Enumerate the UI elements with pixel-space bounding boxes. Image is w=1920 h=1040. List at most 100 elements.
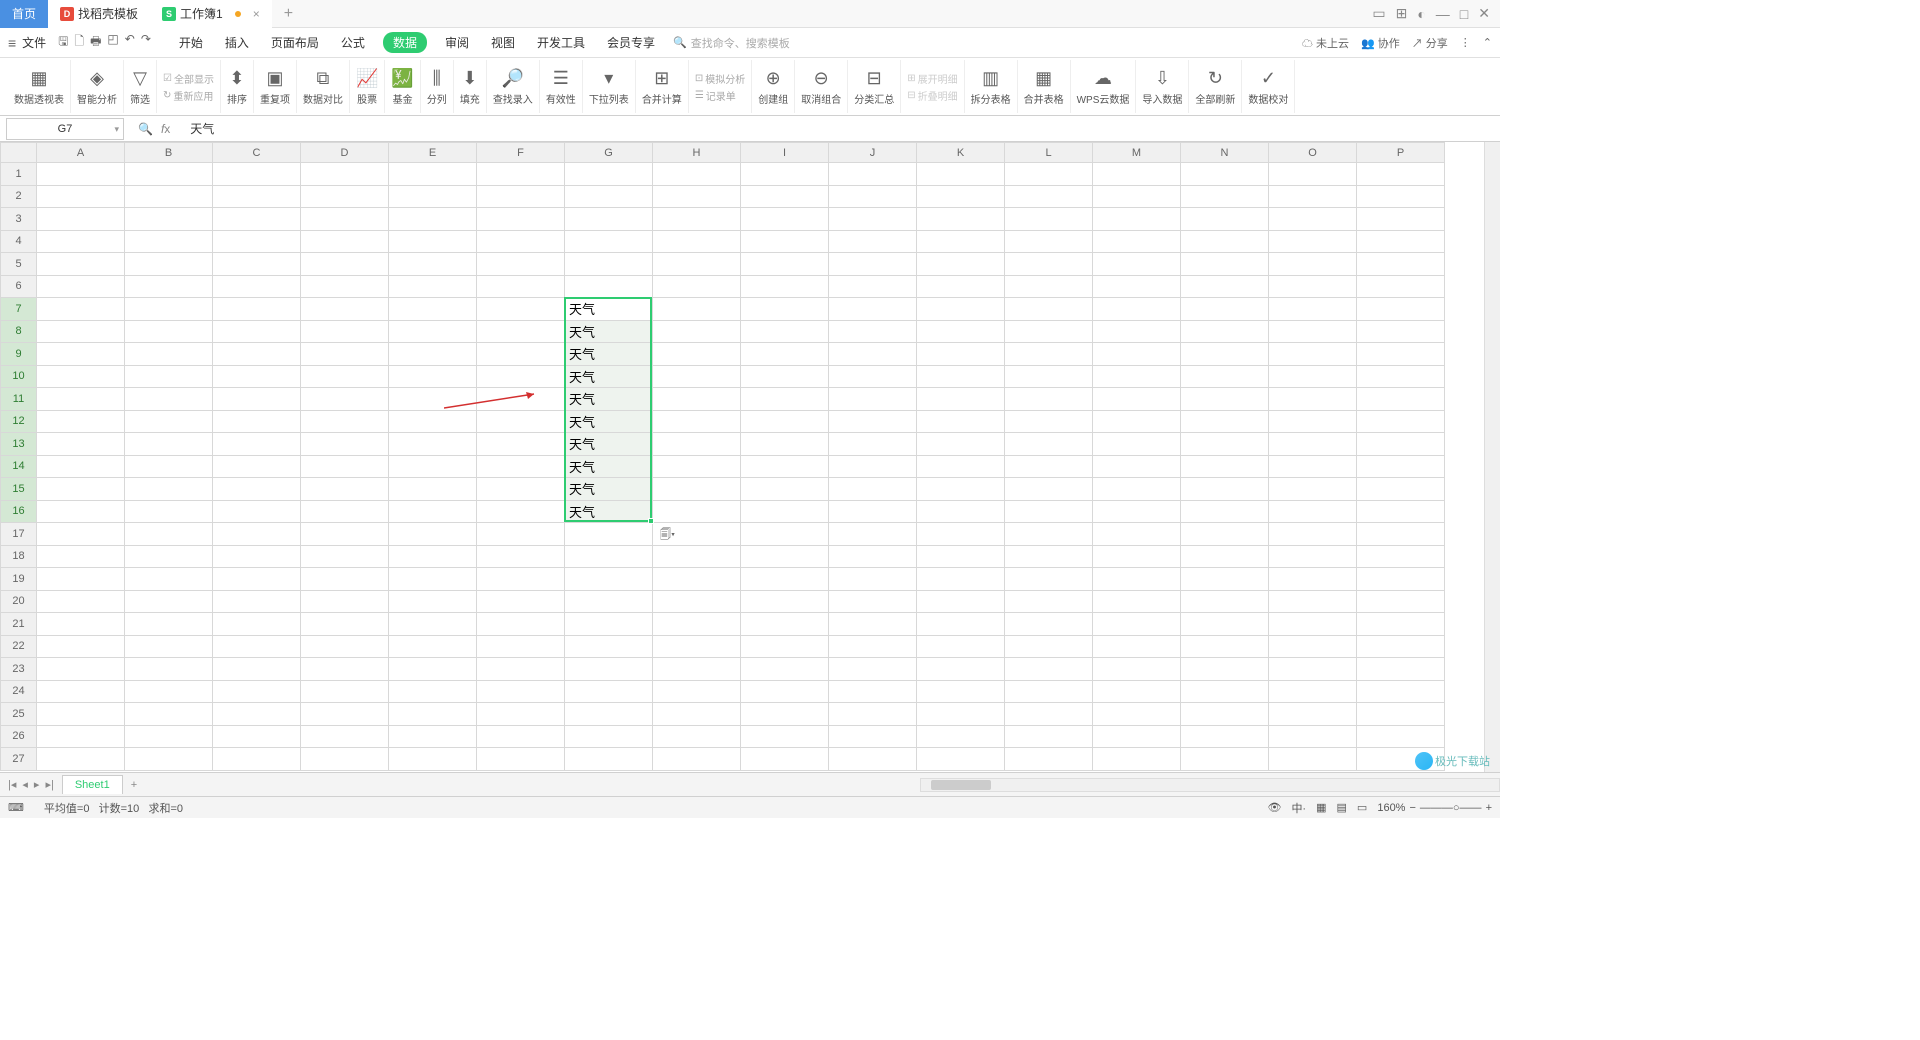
rb-smart[interactable]: ◈智能分析 <box>71 60 124 113</box>
cell-L17[interactable] <box>1005 523 1093 546</box>
cell-O27[interactable] <box>1269 748 1357 771</box>
cell-D19[interactable] <box>301 568 389 591</box>
cell-E13[interactable] <box>389 433 477 456</box>
cell-D18[interactable] <box>301 545 389 568</box>
cell-N12[interactable] <box>1181 410 1269 433</box>
cell-L14[interactable] <box>1005 455 1093 478</box>
cell-F8[interactable] <box>477 320 565 343</box>
cell-B5[interactable] <box>125 253 213 276</box>
cell-D7[interactable] <box>301 298 389 321</box>
cell-A10[interactable] <box>37 365 125 388</box>
rb-consol[interactable]: ⊞合并计算 <box>636 60 689 113</box>
cell-F6[interactable] <box>477 275 565 298</box>
cell-F19[interactable] <box>477 568 565 591</box>
row-header-20[interactable]: 20 <box>1 590 37 613</box>
cell-I2[interactable] <box>741 185 829 208</box>
cell-M8[interactable] <box>1093 320 1181 343</box>
cell-D15[interactable] <box>301 478 389 501</box>
cell-B20[interactable] <box>125 590 213 613</box>
cell-K15[interactable] <box>917 478 1005 501</box>
rb-pivot[interactable]: ▦数据透视表 <box>8 60 71 113</box>
row-header-16[interactable]: 16 <box>1 500 37 523</box>
cell-M27[interactable] <box>1093 748 1181 771</box>
cell-G21[interactable] <box>565 613 653 636</box>
cell-P13[interactable] <box>1357 433 1445 456</box>
row-header-10[interactable]: 10 <box>1 365 37 388</box>
cell-L15[interactable] <box>1005 478 1093 501</box>
cell-P16[interactable] <box>1357 500 1445 523</box>
cell-H23[interactable] <box>653 658 741 681</box>
cell-C9[interactable] <box>213 343 301 366</box>
cell-P18[interactable] <box>1357 545 1445 568</box>
saveas-icon[interactable]: 🗋 <box>74 32 84 53</box>
cell-M21[interactable] <box>1093 613 1181 636</box>
cell-F23[interactable] <box>477 658 565 681</box>
rb-dropdown[interactable]: ▾下拉列表 <box>583 60 636 113</box>
row-header-8[interactable]: 8 <box>1 320 37 343</box>
sheet-first-icon[interactable]: |◂ <box>8 778 16 791</box>
cell-E14[interactable] <box>389 455 477 478</box>
cell-L10[interactable] <box>1005 365 1093 388</box>
cell-K26[interactable] <box>917 725 1005 748</box>
cell-I24[interactable] <box>741 680 829 703</box>
tab-insert[interactable]: 插入 <box>221 32 253 53</box>
rb-fund[interactable]: 💹基金 <box>385 60 420 113</box>
cell-N9[interactable] <box>1181 343 1269 366</box>
cell-O6[interactable] <box>1269 275 1357 298</box>
layout-icon[interactable]: ▭ <box>1372 5 1385 22</box>
cell-G15[interactable]: 天气 <box>565 478 653 501</box>
cell-K16[interactable] <box>917 500 1005 523</box>
cell-P2[interactable] <box>1357 185 1445 208</box>
cell-N6[interactable] <box>1181 275 1269 298</box>
cell-H24[interactable] <box>653 680 741 703</box>
cell-H14[interactable] <box>653 455 741 478</box>
cell-M3[interactable] <box>1093 208 1181 231</box>
cell-H2[interactable] <box>653 185 741 208</box>
cell-N14[interactable] <box>1181 455 1269 478</box>
cell-K23[interactable] <box>917 658 1005 681</box>
cell-D4[interactable] <box>301 230 389 253</box>
cell-O9[interactable] <box>1269 343 1357 366</box>
cell-I6[interactable] <box>741 275 829 298</box>
cell-A15[interactable] <box>37 478 125 501</box>
cell-I25[interactable] <box>741 703 829 726</box>
cell-C16[interactable] <box>213 500 301 523</box>
row-header-1[interactable]: 1 <box>1 163 37 186</box>
cell-B19[interactable] <box>125 568 213 591</box>
cell-J10[interactable] <box>829 365 917 388</box>
sheet-tab[interactable]: Sheet1 <box>62 775 123 794</box>
cell-L7[interactable] <box>1005 298 1093 321</box>
cell-F1[interactable] <box>477 163 565 186</box>
cell-C18[interactable] <box>213 545 301 568</box>
rb-subtotal[interactable]: ⊟分类汇总 <box>848 60 901 113</box>
cell-L26[interactable] <box>1005 725 1093 748</box>
cell-D5[interactable] <box>301 253 389 276</box>
cell-I16[interactable] <box>741 500 829 523</box>
cell-C24[interactable] <box>213 680 301 703</box>
col-header-H[interactable]: H <box>653 143 741 163</box>
rb-sort[interactable]: ⬍排序 <box>221 60 254 113</box>
cell-A18[interactable] <box>37 545 125 568</box>
tab-home[interactable]: 首页 <box>0 0 48 28</box>
horizontal-scrollbar[interactable] <box>920 778 1500 792</box>
cell-P12[interactable] <box>1357 410 1445 433</box>
cell-B27[interactable] <box>125 748 213 771</box>
cell-E16[interactable] <box>389 500 477 523</box>
cell-O14[interactable] <box>1269 455 1357 478</box>
sheet-last-icon[interactable]: ▸| <box>45 778 53 791</box>
cell-E24[interactable] <box>389 680 477 703</box>
cell-A20[interactable] <box>37 590 125 613</box>
cell-A16[interactable] <box>37 500 125 523</box>
row-header-13[interactable]: 13 <box>1 433 37 456</box>
cell-M19[interactable] <box>1093 568 1181 591</box>
cell-M24[interactable] <box>1093 680 1181 703</box>
cell-O26[interactable] <box>1269 725 1357 748</box>
cell-I4[interactable] <box>741 230 829 253</box>
cell-A23[interactable] <box>37 658 125 681</box>
row-header-27[interactable]: 27 <box>1 748 37 771</box>
row-header-5[interactable]: 5 <box>1 253 37 276</box>
cell-H7[interactable] <box>653 298 741 321</box>
cell-E23[interactable] <box>389 658 477 681</box>
cell-B16[interactable] <box>125 500 213 523</box>
rb-detail[interactable]: ⊞ 展开明细⊟ 折叠明细 <box>901 60 964 113</box>
